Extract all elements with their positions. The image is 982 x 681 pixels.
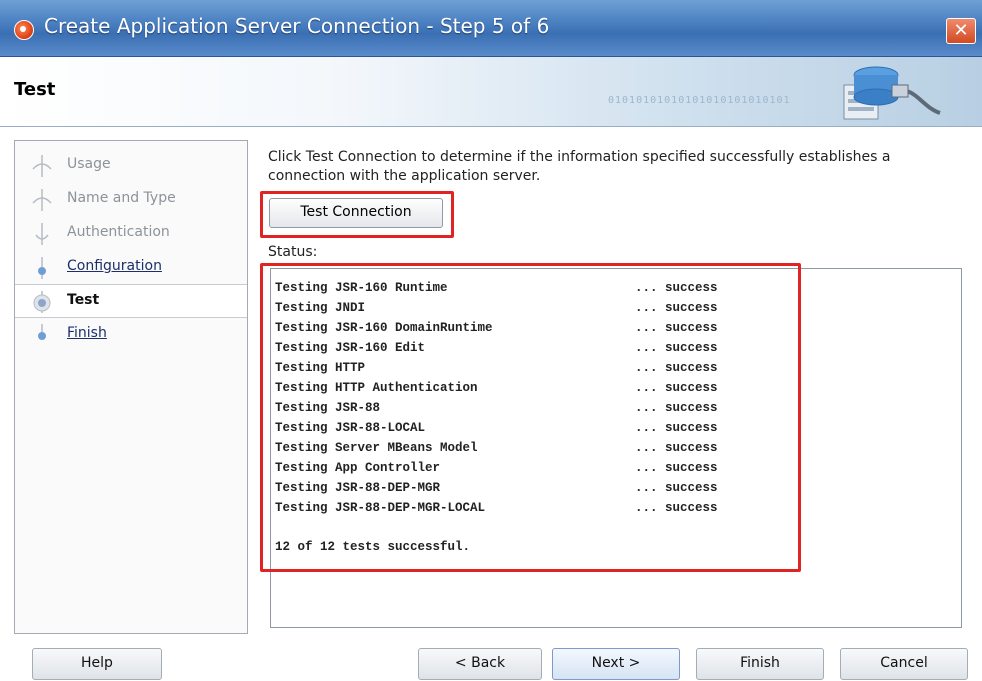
- log-test-name: Testing JSR-88-DEP-MGR: [275, 481, 441, 495]
- log-row: Testing JSR-88-DEP-MGR ... success: [275, 481, 755, 501]
- step-label: Name and Type: [67, 190, 176, 206]
- log-row: Testing JSR-88-DEP-MGR-LOCAL ... success: [275, 501, 755, 521]
- page-title: Test: [14, 79, 56, 100]
- log-test-result: ... success: [635, 461, 718, 475]
- binary-decoration: 01010101010101010101010101: [608, 95, 791, 106]
- step-authentication: Authentication: [15, 217, 247, 249]
- step-done-icon: [32, 155, 52, 177]
- server-connection-icon: [843, 66, 941, 120]
- step-usage: Usage: [15, 149, 247, 181]
- page-header: Test 01010101010101010101010101: [0, 57, 982, 127]
- window-titlebar[interactable]: Create Application Server Connection - S…: [0, 0, 982, 57]
- step-finish[interactable]: Finish: [15, 318, 247, 350]
- log-test-result: ... success: [635, 501, 718, 515]
- step-label[interactable]: Finish: [67, 325, 107, 341]
- log-test-name: Testing JSR-88-DEP-MGR-LOCAL: [275, 501, 486, 515]
- step-name-and-type: Name and Type: [15, 183, 247, 215]
- close-icon[interactable]: ✕: [946, 18, 976, 44]
- log-test-result: ... success: [635, 421, 718, 435]
- log-test-name: Testing HTTP: [275, 361, 366, 375]
- next-button[interactable]: Next >: [552, 648, 680, 680]
- step-current-icon: [33, 291, 51, 313]
- log-test-result: ... success: [635, 381, 718, 395]
- log-row: Testing JNDI ... success: [275, 301, 755, 321]
- log-test-name: Testing App Controller: [275, 461, 441, 475]
- log-test-result: ... success: [635, 401, 718, 415]
- step-dot-icon: [38, 257, 46, 279]
- finish-button[interactable]: Finish: [696, 648, 824, 680]
- log-row: Testing JSR-160 DomainRuntime ... success: [275, 321, 755, 341]
- instruction-text: Click Test Connection to determine if th…: [268, 149, 891, 184]
- log-row: Testing App Controller ... success: [275, 461, 755, 481]
- log-test-name: Testing JSR-160 Edit: [275, 341, 426, 355]
- log-test-name: Testing JSR-160 Runtime: [275, 281, 448, 295]
- cancel-button[interactable]: Cancel: [840, 648, 968, 680]
- log-row: Testing JSR-88 ... success: [275, 401, 755, 421]
- status-label: Status:: [268, 244, 318, 260]
- log-row: Testing JSR-160 Edit ... success: [275, 341, 755, 361]
- log-row: Testing Server MBeans Model ... success: [275, 441, 755, 461]
- log-test-result: ... success: [635, 481, 718, 495]
- step-label: Authentication: [67, 224, 170, 240]
- step-done-icon: [35, 223, 49, 245]
- log-test-name: Testing JNDI: [275, 301, 366, 315]
- log-test-name: Testing JSR-88-LOCAL: [275, 421, 426, 435]
- back-button[interactable]: < Back: [418, 648, 542, 680]
- log-test-result: ... success: [635, 281, 718, 295]
- log-row: Testing HTTP Authentication ... success: [275, 381, 755, 401]
- highlight-box-test-button: [260, 191, 454, 238]
- log-test-name: Testing JSR-88: [275, 401, 381, 415]
- step-label: Test: [67, 292, 100, 308]
- log-test-name: Testing JSR-160 DomainRuntime: [275, 321, 493, 335]
- log-test-result: ... success: [635, 441, 718, 455]
- log-row: Testing JSR-88-LOCAL ... success: [275, 421, 755, 441]
- log-test-name: Testing HTTP Authentication: [275, 381, 478, 395]
- step-label[interactable]: Configuration: [67, 258, 162, 274]
- step-label: Usage: [67, 156, 111, 172]
- wizard-steps-panel: Usage Name and Type Authentication Confi…: [14, 140, 248, 634]
- oracle-app-icon: [14, 20, 34, 40]
- log-test-result: ... success: [635, 321, 718, 335]
- log-test-result: ... success: [635, 361, 718, 375]
- help-button[interactable]: Help: [32, 648, 162, 680]
- step-dot-icon: [38, 324, 46, 340]
- log-test-result: ... success: [635, 301, 718, 315]
- log-row: Testing HTTP ... success: [275, 361, 755, 381]
- test-summary: 12 of 12 tests successful.: [275, 540, 471, 554]
- step-test: Test: [15, 284, 247, 318]
- log-test-name: Testing Server MBeans Model: [275, 441, 478, 455]
- window-title: Create Application Server Connection - S…: [44, 14, 550, 38]
- step-done-icon: [32, 189, 52, 211]
- step-configuration[interactable]: Configuration: [15, 251, 247, 283]
- log-row: Testing JSR-160 Runtime ... success: [275, 281, 755, 301]
- log-test-result: ... success: [635, 341, 718, 355]
